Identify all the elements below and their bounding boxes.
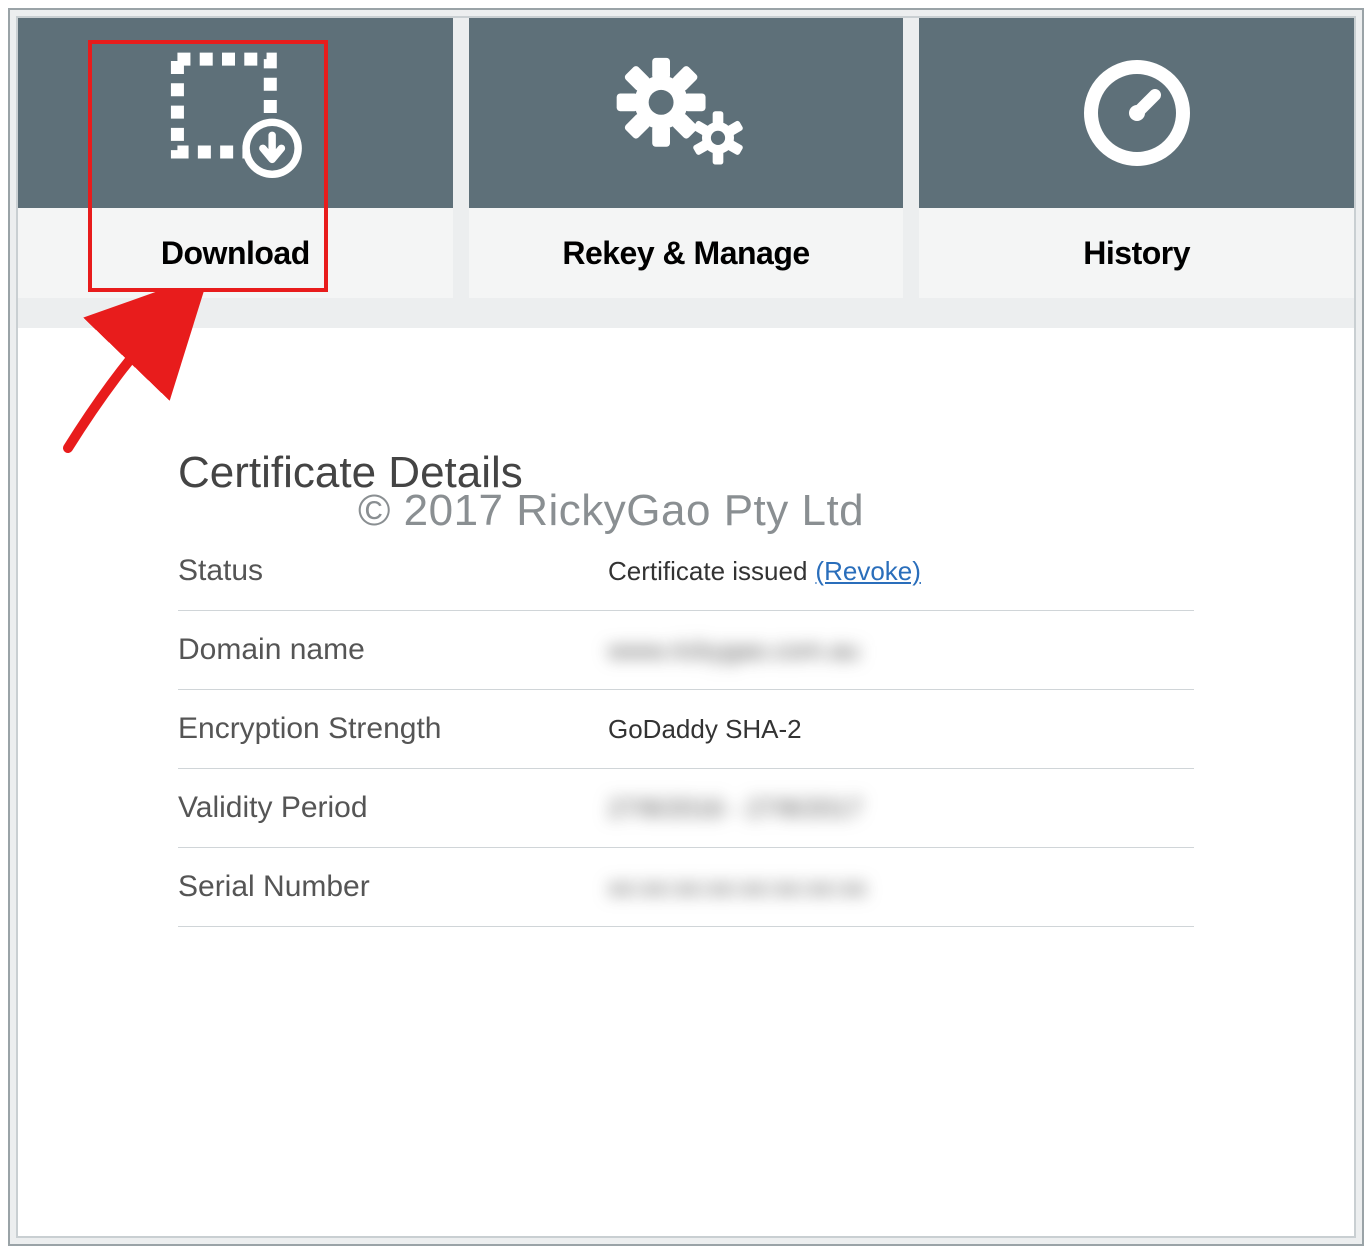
row-validity-period: Validity Period 27/8/2016 - 27/8/2017 bbox=[178, 769, 1194, 848]
row-domain-name: Domain name www.rickygao.com.au bbox=[178, 611, 1194, 690]
value-encryption-strength: GoDaddy SHA-2 bbox=[608, 714, 802, 745]
tab-icon-zone bbox=[469, 18, 904, 208]
value-domain-name: www.rickygao.com.au bbox=[608, 635, 859, 666]
domain-name-text: www.rickygao.com.au bbox=[608, 635, 859, 666]
panel: Download bbox=[16, 16, 1356, 1238]
tab-label-zone: Rekey & Manage bbox=[469, 208, 904, 298]
label-serial-number: Serial Number bbox=[178, 870, 608, 904]
tab-bar: Download bbox=[18, 18, 1354, 298]
revoke-link[interactable]: (Revoke) bbox=[815, 556, 920, 587]
gears-icon bbox=[606, 48, 766, 178]
tab-icon-zone bbox=[919, 18, 1354, 208]
tab-download[interactable]: Download bbox=[18, 18, 453, 298]
validity-period-text: 27/8/2016 - 27/8/2017 bbox=[608, 793, 862, 824]
label-status: Status bbox=[178, 554, 608, 588]
clock-icon bbox=[1077, 53, 1197, 173]
row-serial-number: Serial Number xx:xx:xx:xx:xx:xx:xx:xx bbox=[178, 848, 1194, 927]
row-status: Status Certificate issued (Revoke) bbox=[178, 532, 1194, 611]
tab-icon-zone bbox=[18, 18, 453, 208]
tab-rekey-manage[interactable]: Rekey & Manage bbox=[469, 18, 904, 298]
serial-number-text: xx:xx:xx:xx:xx:xx:xx:xx bbox=[608, 872, 867, 903]
certificate-details-title: Certificate Details bbox=[178, 448, 1194, 498]
window-frame: Download bbox=[8, 8, 1364, 1246]
tab-label-zone: Download bbox=[18, 208, 453, 298]
label-validity-period: Validity Period bbox=[178, 791, 608, 825]
label-encryption-strength: Encryption Strength bbox=[178, 712, 608, 746]
value-serial-number: xx:xx:xx:xx:xx:xx:xx:xx bbox=[608, 872, 867, 903]
tab-label-zone: History bbox=[919, 208, 1354, 298]
tab-label: Download bbox=[161, 235, 310, 272]
certificate-details-panel: Certificate Details © 2017 RickyGao Pty … bbox=[18, 328, 1354, 1236]
tab-label: History bbox=[1083, 235, 1190, 272]
status-text: Certificate issued bbox=[608, 556, 807, 587]
label-domain-name: Domain name bbox=[178, 633, 608, 667]
tab-label: Rekey & Manage bbox=[562, 235, 809, 272]
tab-history[interactable]: History bbox=[919, 18, 1354, 298]
row-encryption-strength: Encryption Strength GoDaddy SHA-2 bbox=[178, 690, 1194, 769]
value-status: Certificate issued (Revoke) bbox=[608, 556, 921, 587]
download-certificate-icon bbox=[160, 48, 310, 178]
value-validity-period: 27/8/2016 - 27/8/2017 bbox=[608, 793, 862, 824]
